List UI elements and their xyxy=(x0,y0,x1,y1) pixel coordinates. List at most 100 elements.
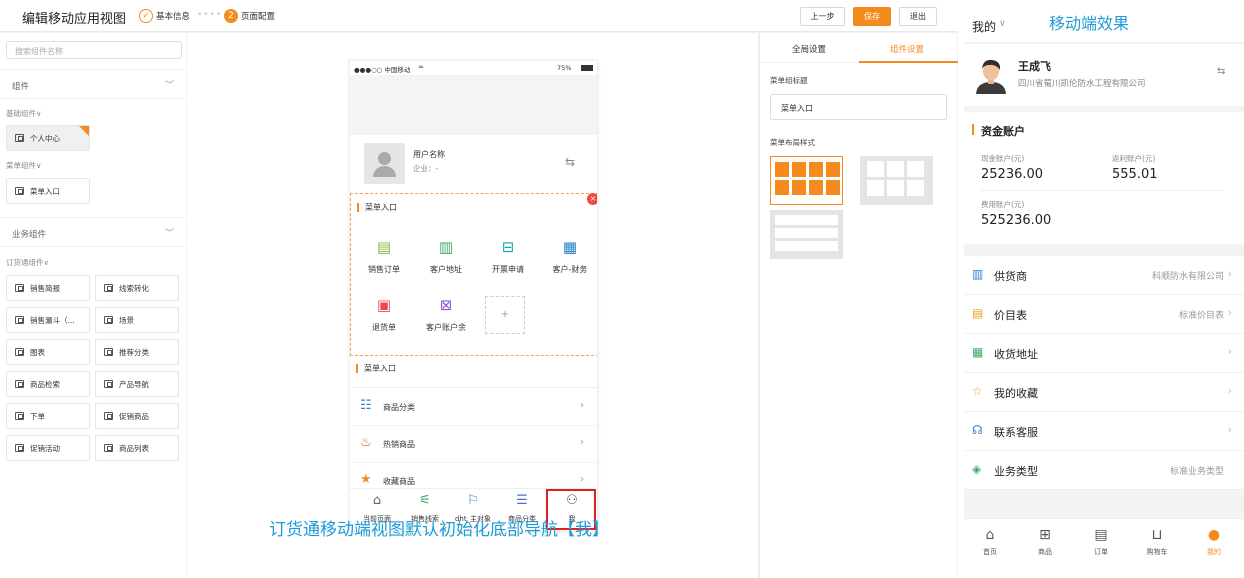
mobile-tab[interactable]: ▤ 订单 xyxy=(1081,527,1121,557)
menu-grid-item[interactable]: ⊠ 客户账户余 xyxy=(417,294,475,342)
switch-icon[interactable]: ⇆ xyxy=(1217,66,1225,77)
tab-icon: ☰ xyxy=(516,493,528,508)
mobile-menu-row[interactable]: ◈ 业务类型 标准业务类型 xyxy=(964,451,1244,490)
mobile-header-title: 我的 xyxy=(972,20,997,34)
menu-item-label: 客户地址 xyxy=(430,265,462,274)
menu-title: 菜单入口 xyxy=(364,364,396,373)
component-chip[interactable]: 图表 xyxy=(6,339,90,365)
group-dht[interactable]: 订货通组件∨ xyxy=(6,257,49,268)
component-chip[interactable]: 商品检索 xyxy=(6,371,90,397)
group-basic[interactable]: 基础组件∨ xyxy=(6,108,42,119)
mobile-tab[interactable]: ⊔ 购物车 xyxy=(1137,527,1177,557)
menu-list-row[interactable]: ♨ 热销商品 › xyxy=(350,426,597,463)
mobile-tab[interactable]: ● 我的 xyxy=(1194,527,1234,557)
layout-option-4col[interactable] xyxy=(770,156,843,205)
step-page-config[interactable]: 2 页面配置 xyxy=(224,9,275,23)
user-card[interactable]: 用户名称 企业：- ⇆ xyxy=(350,135,597,193)
switch-icon[interactable]: ⇆ xyxy=(565,155,575,169)
component-chip[interactable]: 商品列表 xyxy=(95,435,179,461)
menu-item-label: 客户账户余 xyxy=(426,323,466,332)
preview-canvas: ●●●○○ 中国移动 ≈ 75% 用户名称 企业：- ⇆ 菜单入口 × ▤ 销售订… xyxy=(187,33,758,578)
settings-tabs: 全局设置 组件设置 xyxy=(760,33,958,63)
menu-grid-item[interactable]: ▣ 退货单 xyxy=(355,294,413,342)
delete-icon[interactable]: × xyxy=(587,193,597,205)
add-menu-item-button[interactable]: + xyxy=(485,296,525,334)
favorite-icon: ☆ xyxy=(972,384,983,398)
tab-label: 首页 xyxy=(983,548,997,556)
component-chip[interactable]: 促销商品 xyxy=(95,403,179,429)
component-chip[interactable]: 销售漏斗（... xyxy=(6,307,90,333)
menu-grid-item[interactable]: ▤ 销售订单 xyxy=(355,236,413,284)
fund-account-title: 资金账户 xyxy=(981,125,1025,138)
menu-grid-item[interactable]: ▥ 客户地址 xyxy=(417,236,475,284)
section-components[interactable]: 组件 ﹀ xyxy=(0,69,186,99)
row-label: 我的收藏 xyxy=(994,387,1038,400)
section-biz-components[interactable]: 业务组件 ﹀ xyxy=(0,217,186,247)
address-icon: ▦ xyxy=(972,345,984,359)
user-company: 企业：- xyxy=(413,164,439,173)
me-icon: ● xyxy=(1207,527,1221,543)
component-chip[interactable]: 个人中心 xyxy=(6,125,90,151)
menu-grid-item[interactable]: ⊟ 开票申请 xyxy=(479,236,537,284)
component-chip[interactable]: 推荐分类 xyxy=(95,339,179,365)
component-chip[interactable]: 产品导航 xyxy=(95,371,179,397)
group-menu[interactable]: 菜单组件∨ xyxy=(6,160,42,171)
chevron-right-icon: › xyxy=(1227,384,1232,397)
component-icon xyxy=(15,412,24,420)
mobile-menu-row[interactable]: ☆ 我的收藏 › xyxy=(964,373,1244,412)
mobile-menu-row[interactable]: ☊ 联系客服 › xyxy=(964,412,1244,451)
component-chip[interactable]: 线索转化 xyxy=(95,275,179,301)
tab-global-settings[interactable]: 全局设置 xyxy=(792,43,826,55)
mobile-tab[interactable]: ⌂ 首页 xyxy=(970,527,1010,557)
save-button[interactable]: 保存 xyxy=(853,7,891,26)
avatar-body xyxy=(373,166,396,177)
component-icon xyxy=(104,316,113,324)
phone-preview: ●●●○○ 中国移动 ≈ 75% 用户名称 企业：- ⇆ 菜单入口 × ▤ 销售订… xyxy=(349,60,598,532)
tab-icon: ⚐ xyxy=(467,493,479,508)
component-label: 商品列表 xyxy=(119,443,149,453)
component-label: 销售漏斗（... xyxy=(30,315,75,325)
layout-option-list[interactable] xyxy=(770,210,843,259)
supplier-icon: ▥ xyxy=(972,267,984,281)
menu-item-icon: ▦ xyxy=(562,238,578,256)
tab-label: 商品 xyxy=(1038,548,1052,556)
component-search-input[interactable]: 搜索组件名称 xyxy=(6,41,182,59)
effect-caption: 移动端效果 xyxy=(1049,14,1130,33)
step-basic-info[interactable]: ✓ 基本信息 xyxy=(139,9,190,23)
expense-account-label: 费用账户(元) xyxy=(981,200,1025,209)
component-chip[interactable]: 下单 xyxy=(6,403,90,429)
chevron-right-icon: › xyxy=(1227,267,1232,280)
prev-step-button[interactable]: 上一步 xyxy=(800,7,845,26)
component-label: 推荐分类 xyxy=(119,347,149,357)
mobile-menu-row[interactable]: ▦ 收货地址 › xyxy=(964,334,1244,373)
tab-component-settings[interactable]: 组件设置 xyxy=(890,43,924,55)
row-label: 联系客服 xyxy=(994,426,1038,439)
menu-grid-item[interactable]: ▦ 客户-财务 xyxy=(541,236,597,284)
layout-style-label: 菜单布局样式 xyxy=(770,138,815,147)
battery-icon xyxy=(581,65,593,71)
component-chip[interactable]: 菜单入口 xyxy=(6,178,90,204)
component-chip[interactable]: 促销活动 xyxy=(6,435,90,461)
mobile-menu-row[interactable]: ▤ 价目表 标准价目表 › xyxy=(964,295,1244,334)
cart-icon: ⊔ xyxy=(1151,527,1163,543)
phone-nav-bar xyxy=(350,75,597,135)
page-title: 编辑移动应用视图 xyxy=(22,12,127,27)
exit-button[interactable]: 退出 xyxy=(899,7,937,26)
carrier-status: ●●●○○ 中国移动 xyxy=(354,66,411,74)
user-company: 四川省蜀川凯伦防水工程有限公司 xyxy=(1018,79,1146,89)
component-icon xyxy=(15,187,24,195)
chevron-right-icon: › xyxy=(580,400,584,411)
avatar xyxy=(364,143,405,184)
component-chip[interactable]: 销售简报 xyxy=(6,275,90,301)
layout-option-3col[interactable] xyxy=(860,156,933,205)
mobile-tab[interactable]: ⊞ 商品 xyxy=(1025,527,1065,557)
mobile-menu-row[interactable]: ▥ 供货商 科顺防水有限公司 › xyxy=(964,256,1244,295)
menu-list-row[interactable]: ☷ 商品分类 › xyxy=(350,389,597,426)
component-icon xyxy=(104,412,113,420)
component-chip[interactable]: 场景 xyxy=(95,307,179,333)
title-bar-mark xyxy=(356,364,358,373)
menu-block-selected[interactable]: 菜单入口 × ▤ 销售订单 ▥ 客户地址 ⊟ 开票申请 ▦ 客户-财务 ▣ 退货单 ⊠ 客户账户余 + xyxy=(350,193,597,356)
component-label: 产品导航 xyxy=(119,379,149,389)
mobile-user-card[interactable]: 王成飞 四川省蜀川凯伦防水工程有限公司 ⇆ xyxy=(964,44,1244,106)
menu-title-input[interactable]: 菜单入口 xyxy=(770,94,947,120)
